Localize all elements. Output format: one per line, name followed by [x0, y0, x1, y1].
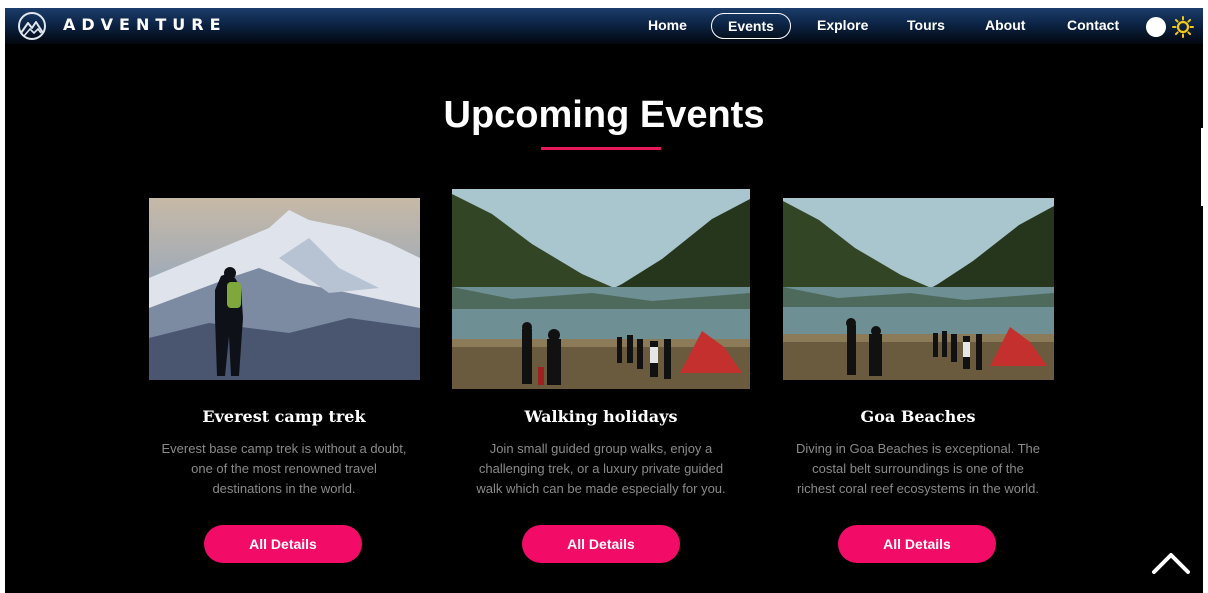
title-underline — [541, 147, 661, 150]
chevron-up-icon[interactable] — [1151, 551, 1191, 575]
card-description: Diving in Goa Beaches is exceptional. Th… — [795, 441, 1040, 496]
card-title: Walking holidays — [524, 407, 678, 426]
page: ADVENTURE Home Events Explore Tours Abou… — [5, 8, 1203, 593]
nav-explore[interactable]: Explore — [817, 17, 868, 33]
brand-name[interactable]: ADVENTURE — [63, 15, 227, 34]
all-details-button[interactable]: All Details — [838, 525, 996, 563]
nav-contact[interactable]: Contact — [1067, 17, 1119, 33]
snowy-mountain-hiker-photo — [149, 198, 420, 380]
card-title: Everest camp trek — [202, 407, 366, 426]
navbar: ADVENTURE Home Events Explore Tours Abou… — [5, 8, 1203, 44]
nav-home[interactable]: Home — [648, 17, 687, 33]
card-description: Everest base camp trek is without a doub… — [161, 441, 407, 496]
mountain-lake-camp-photo — [452, 189, 750, 389]
scrollbar-edge — [1201, 128, 1203, 206]
sun-icon[interactable] — [1171, 15, 1195, 39]
theme-toggle[interactable] — [1146, 17, 1166, 37]
nav-tours[interactable]: Tours — [907, 17, 945, 33]
card-title: Goa Beaches — [860, 407, 976, 426]
nav-events[interactable]: Events — [711, 13, 791, 39]
section-title: Upcoming Events — [443, 94, 765, 136]
all-details-button[interactable]: All Details — [522, 525, 680, 563]
mountain-lake-camp-photo — [783, 198, 1054, 380]
all-details-button[interactable]: All Details — [204, 525, 362, 563]
card-description: Join small guided group walks, enjoy a c… — [476, 441, 726, 496]
mountain-logo-icon[interactable] — [15, 11, 49, 41]
nav-about[interactable]: About — [985, 17, 1025, 33]
